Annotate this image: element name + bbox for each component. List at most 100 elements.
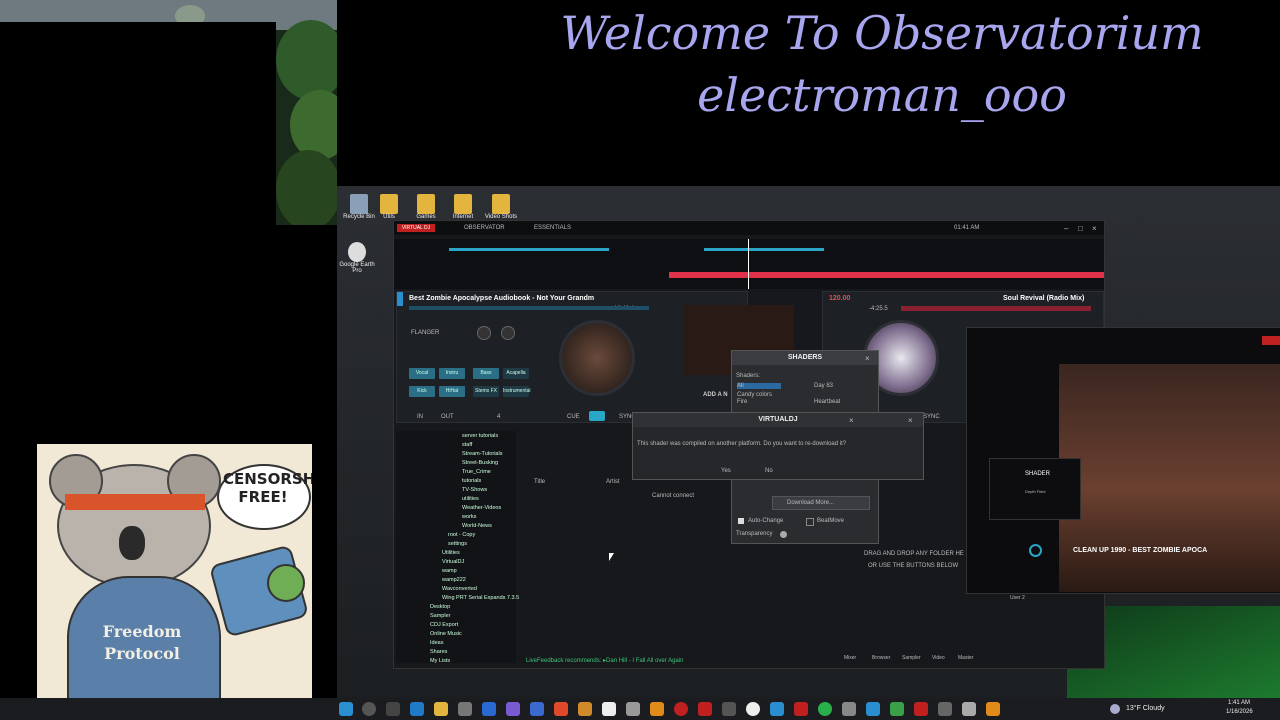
task-view-icon[interactable] — [386, 702, 400, 716]
store-icon[interactable] — [458, 702, 472, 716]
bottom-tab-sampler[interactable]: Sampler — [902, 655, 921, 661]
pad-hihat[interactable]: HiHat — [439, 386, 465, 397]
folder-item[interactable]: Online Music — [430, 631, 462, 637]
folder-item[interactable]: wamp — [442, 568, 457, 574]
folder-item[interactable]: root - Copy — [448, 532, 475, 538]
loop-size[interactable]: 4 — [497, 414, 500, 420]
folder-item[interactable]: settings — [448, 541, 467, 547]
play-button[interactable] — [589, 411, 605, 421]
search-icon[interactable] — [362, 702, 376, 716]
auto-change-checkbox[interactable] — [738, 518, 744, 524]
app-icon-14[interactable] — [914, 702, 928, 716]
pad-kick[interactable]: Kick — [409, 386, 435, 397]
pad-instru[interactable]: Instru — [439, 368, 465, 379]
app-icon-5[interactable] — [626, 702, 640, 716]
transparency-slider[interactable] — [780, 531, 787, 538]
download-more-button[interactable]: Download More... — [772, 496, 870, 510]
folder-item[interactable]: Sampler — [430, 613, 450, 619]
app-icon-2[interactable] — [530, 702, 544, 716]
column-title[interactable]: Title — [534, 479, 545, 485]
shaders-close-icon[interactable]: × — [865, 354, 870, 363]
clock-date[interactable]: 1/16/2026 — [1226, 709, 1253, 715]
google-earth-icon[interactable]: Google Earth Pro — [335, 242, 379, 274]
clock-time[interactable]: 1:41 AM — [1228, 700, 1250, 706]
loop-in-button[interactable]: IN — [417, 414, 423, 420]
file-explorer-icon[interactable] — [434, 702, 448, 716]
folder-item[interactable]: tutorials — [462, 478, 481, 484]
shader-item-heartbeat[interactable]: Heartbeat — [814, 399, 840, 405]
waveform-area[interactable] — [394, 239, 1104, 289]
beatmove-checkbox[interactable] — [806, 518, 814, 526]
effect-selector[interactable]: FLANGER — [411, 330, 439, 336]
folder-item[interactable]: TV-Shows — [462, 487, 487, 493]
edge-icon[interactable] — [410, 702, 424, 716]
pad-instrumental[interactable]: Instrumental — [503, 386, 531, 397]
folder-item[interactable]: Utilities — [442, 550, 460, 556]
start-icon[interactable] — [339, 702, 353, 716]
alert-close-icon[interactable]: × — [849, 416, 854, 425]
folder-item[interactable]: Wing PRT Serial Expands 7.3.5 — [442, 595, 519, 601]
shader-item-day83[interactable]: Day 83 — [814, 383, 833, 389]
app-icon-17[interactable] — [986, 702, 1000, 716]
bottom-tab-browser[interactable]: Browser — [872, 655, 890, 661]
deck-b-sync-button[interactable]: SYNC — [923, 414, 940, 420]
obs-icon[interactable] — [746, 702, 760, 716]
folder-item[interactable]: staff — [462, 442, 472, 448]
chrome-icon[interactable] — [554, 702, 568, 716]
app-icon-4[interactable] — [602, 702, 616, 716]
folder-item[interactable]: Stream-Tutorials — [462, 451, 502, 457]
folder-item[interactable]: Desktop — [430, 604, 450, 610]
folder-item[interactable]: Wavconverted — [442, 586, 477, 592]
folder-item[interactable]: utilities — [462, 496, 479, 502]
folder-item[interactable]: True_Crime — [462, 469, 491, 475]
pad-bass[interactable]: Bass — [473, 368, 499, 379]
folder-item[interactable]: World-News — [462, 523, 492, 529]
pad-vocal[interactable]: Vocal — [409, 368, 435, 379]
folder-item[interactable]: VirtualDJ — [442, 559, 464, 565]
alert-yes-button[interactable]: Yes — [721, 468, 731, 474]
cue-button[interactable]: CUE — [567, 414, 580, 420]
folder-item[interactable]: CDJ Export — [430, 622, 458, 628]
app-icon-12[interactable] — [866, 702, 880, 716]
app-icon-3[interactable] — [578, 702, 592, 716]
deck-info[interactable]: OBSERVATOR — [464, 225, 505, 231]
mail-icon[interactable] — [482, 702, 496, 716]
maximize-icon[interactable]: □ — [1078, 224, 1083, 233]
effect-knob-2[interactable] — [501, 326, 515, 340]
folder-item[interactable]: Ideas — [430, 640, 443, 646]
loop-out-button[interactable]: OUT — [441, 414, 454, 420]
virtualdj-taskbar-icon[interactable] — [794, 702, 808, 716]
folder-item[interactable]: wamp222 — [442, 577, 466, 583]
bottom-tab-master[interactable]: Master — [958, 655, 973, 661]
folder-item[interactable]: Street-Busking — [462, 460, 498, 466]
alert-no-button[interactable]: No — [765, 468, 773, 474]
close-icon[interactable]: × — [1092, 224, 1097, 233]
app-icon-8[interactable] — [722, 702, 736, 716]
folder-item[interactable]: Shares — [430, 649, 447, 655]
app-icon-6[interactable] — [674, 702, 688, 716]
shader-category-candy[interactable]: Candy colors — [737, 392, 772, 398]
app-icon-7[interactable] — [698, 702, 712, 716]
app-icon-16[interactable] — [962, 702, 976, 716]
app-icon-9[interactable] — [770, 702, 784, 716]
bottom-tab-video[interactable]: Video — [932, 655, 945, 661]
bottom-tab-mixer[interactable]: Mixer — [844, 655, 856, 661]
layout-selector[interactable]: ESSENTIALS — [534, 225, 571, 231]
deck-a-jogwheel[interactable] — [559, 320, 635, 396]
weather-text[interactable]: 13°F Cloudy — [1126, 705, 1165, 712]
minimize-icon[interactable]: – — [1064, 224, 1068, 233]
alert2-close-icon[interactable]: × — [908, 416, 913, 425]
app-icon-1[interactable] — [506, 702, 520, 716]
app-icon-11[interactable] — [842, 702, 856, 716]
shader-category-all[interactable]: All — [737, 383, 781, 389]
livefeedback-status[interactable]: LiveFeedback recommends: ▸Dan Hill - I F… — [526, 657, 683, 664]
pad-stems-fx[interactable]: Stems FX — [473, 386, 499, 397]
folder-item[interactable]: works — [462, 514, 476, 520]
vlc-icon[interactable] — [650, 702, 664, 716]
shader-category-fire[interactable]: Fire — [737, 399, 747, 405]
pad-acapella[interactable]: Acapella — [503, 368, 529, 379]
column-artist[interactable]: Artist — [606, 479, 620, 485]
app-icon-15[interactable] — [938, 702, 952, 716]
app-icon-10[interactable] — [818, 702, 832, 716]
folder-item[interactable]: Weather-Videos — [462, 505, 501, 511]
